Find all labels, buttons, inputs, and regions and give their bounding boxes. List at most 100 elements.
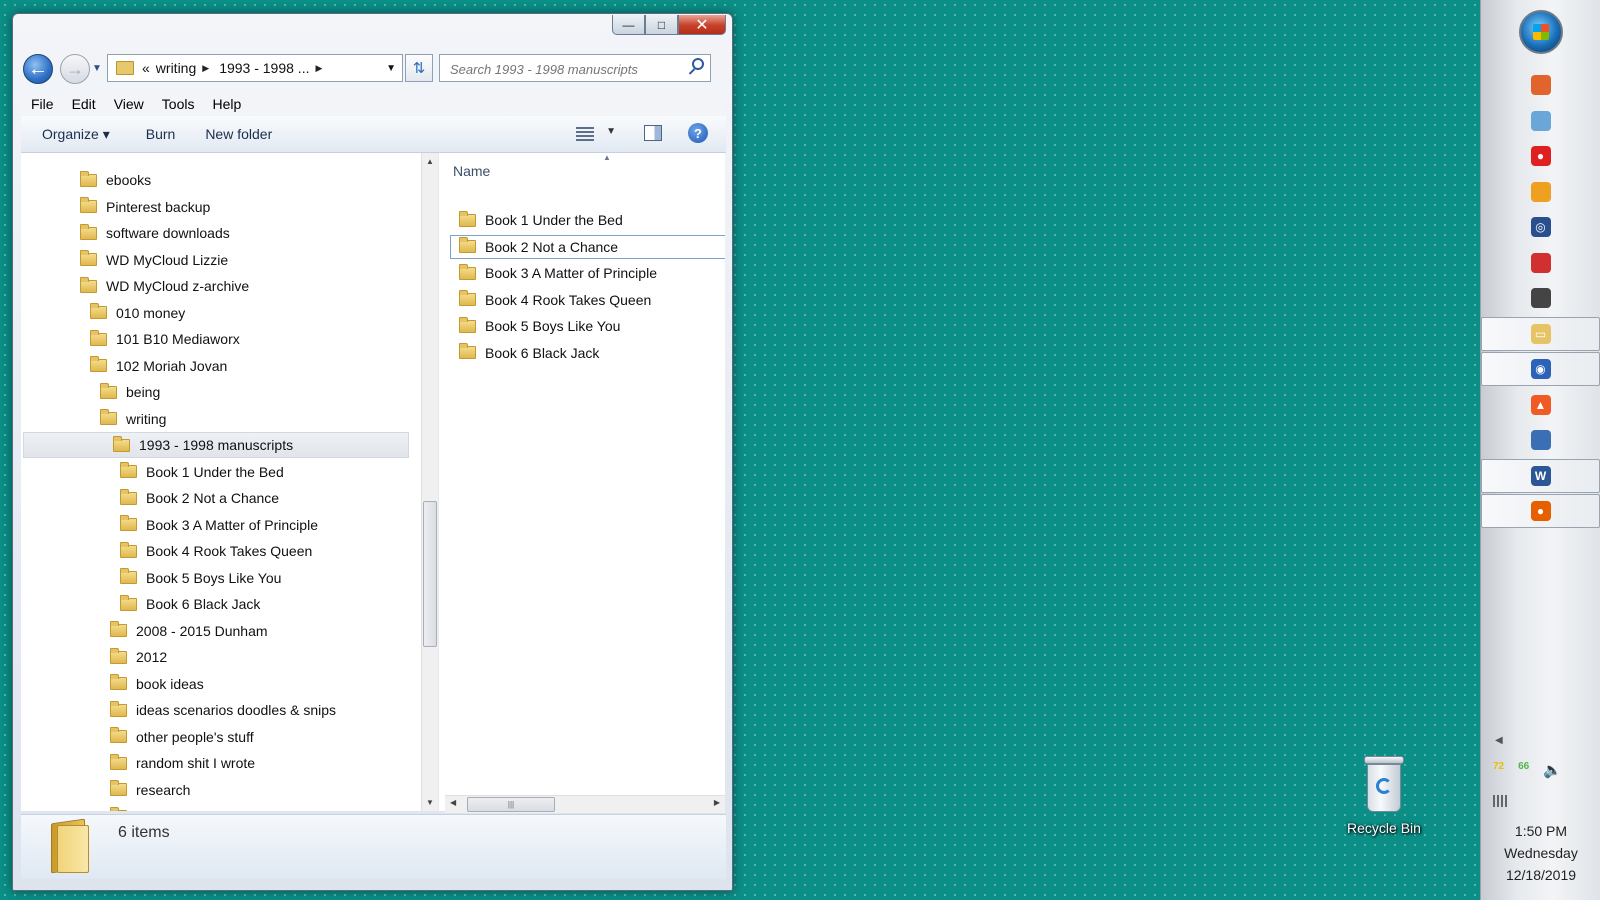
file-list-item[interactable]: Book 5 Boys Like You bbox=[451, 314, 725, 338]
tree-item[interactable]: Book 3 A Matter of Principle bbox=[21, 512, 318, 538]
tree-item[interactable]: ebooks bbox=[21, 167, 151, 193]
taskbar-app-button[interactable] bbox=[1481, 68, 1600, 102]
breadcrumb-overflow[interactable]: « bbox=[142, 60, 150, 76]
temperature-indicator-2[interactable]: 66 bbox=[1518, 761, 1529, 779]
breadcrumb-chevron-icon[interactable]: ▶ bbox=[202, 63, 209, 74]
tree-item-label: random shit I wrote bbox=[136, 755, 256, 771]
file-list-item[interactable]: Book 6 Black Jack bbox=[451, 341, 725, 365]
tree-item-label: research bbox=[136, 781, 191, 798]
change-view-icon[interactable] bbox=[576, 127, 594, 141]
menu-view[interactable]: View bbox=[104, 96, 152, 112]
taskbar-app-button[interactable] bbox=[1481, 281, 1600, 315]
view-options-dropdown-icon[interactable]: ▼ bbox=[606, 126, 616, 137]
search-icon[interactable] bbox=[692, 58, 704, 70]
recent-pages-dropdown[interactable]: ▼ bbox=[92, 63, 102, 74]
folder-icon bbox=[110, 780, 127, 796]
back-button[interactable]: ← bbox=[23, 54, 53, 84]
tree-item[interactable]: 010 money bbox=[21, 300, 185, 326]
breadcrumb-chevron-icon[interactable]: ▶ bbox=[315, 63, 322, 74]
minimize-button[interactable]: — bbox=[612, 15, 645, 35]
scroll-left-icon[interactable]: ◀ bbox=[450, 798, 456, 807]
content-horizontal-scrollbar[interactable]: ◀ ||| ▶ bbox=[445, 795, 725, 813]
taskbar-app-button[interactable]: W bbox=[1481, 458, 1600, 493]
temperature-indicator[interactable]: 72 bbox=[1493, 761, 1504, 779]
tree-item[interactable]: other people's stuff bbox=[21, 724, 254, 750]
tree-item[interactable]: Book 1 Under the Bed bbox=[21, 459, 284, 485]
address-bar[interactable]: « writing ▶ 1993 - 1998 ... ▶ ▼ bbox=[107, 54, 403, 82]
preview-pane-icon[interactable] bbox=[644, 125, 662, 141]
folder-icon bbox=[120, 488, 137, 505]
taskbar-app-button[interactable]: ▲ bbox=[1481, 388, 1600, 422]
search-box[interactable] bbox=[439, 54, 711, 82]
taskbar-app-button[interactable] bbox=[1481, 175, 1600, 209]
tree-item[interactable]: research bbox=[21, 777, 190, 803]
address-dropdown-icon[interactable]: ▼ bbox=[386, 63, 396, 74]
taskbar-app-button[interactable] bbox=[1481, 423, 1600, 457]
tree-item[interactable]: Book 6 Black Jack bbox=[21, 591, 260, 617]
tree-item[interactable]: 2012 bbox=[21, 644, 167, 670]
scroll-thumb[interactable] bbox=[423, 501, 437, 647]
tree-item[interactable]: Pinterest backup bbox=[21, 194, 210, 220]
tree-item[interactable]: 102 Moriah Jovan bbox=[21, 353, 227, 379]
burn-button[interactable]: Burn bbox=[146, 126, 176, 142]
help-icon[interactable]: ? bbox=[688, 123, 708, 143]
organize-button[interactable]: Organize ▾ bbox=[42, 126, 110, 143]
file-list-item[interactable]: Book 1 Under the Bed bbox=[451, 208, 725, 232]
nav-vertical-scrollbar[interactable]: ▲ ▼ bbox=[421, 153, 438, 811]
menu-help[interactable]: Help bbox=[202, 96, 249, 112]
folder-icon bbox=[90, 329, 107, 346]
refresh-button[interactable]: ⇅ bbox=[405, 54, 433, 82]
taskbar-app-button[interactable]: ▭ bbox=[1481, 316, 1600, 351]
pane-splitter[interactable] bbox=[438, 153, 445, 811]
clock[interactable]: 1:50 PM Wednesday 12/18/2019 bbox=[1481, 820, 1600, 886]
taskbar-app-button[interactable]: ◎ bbox=[1481, 210, 1600, 244]
tree-item[interactable]: random shit I wrote bbox=[21, 750, 255, 776]
file-name: Book 3 A Matter of Principle bbox=[485, 265, 657, 281]
taskbar-app-button[interactable] bbox=[1481, 104, 1600, 138]
file-list-item[interactable]: Book 4 Rook Takes Queen bbox=[451, 288, 725, 312]
tree-item[interactable]: WD MyCloud Lizzie bbox=[21, 247, 228, 273]
search-input[interactable] bbox=[448, 56, 682, 82]
tree-item[interactable]: WD MyCloud z-archive bbox=[21, 273, 249, 299]
tree-item[interactable]: being bbox=[21, 379, 160, 405]
menu-tools[interactable]: Tools bbox=[152, 96, 203, 112]
show-hidden-icons-icon[interactable]: ◀ bbox=[1495, 735, 1503, 746]
tree-item[interactable]: 101 B10 Mediaworx bbox=[21, 326, 240, 352]
tree-item[interactable]: writing bbox=[21, 406, 166, 432]
menu-edit[interactable]: Edit bbox=[62, 96, 104, 112]
tree-item-label: WD MyCloud Lizzie bbox=[106, 251, 229, 268]
maximize-button[interactable]: □ bbox=[645, 15, 678, 35]
scroll-up-icon[interactable]: ▲ bbox=[426, 157, 434, 166]
tree-item[interactable]: software downloads bbox=[21, 220, 230, 246]
breadcrumb-writing[interactable]: writing bbox=[156, 60, 196, 76]
tree-item[interactable]: Book 5 Boys Like You bbox=[21, 565, 281, 591]
recycle-bin-shortcut[interactable]: Recycle Bin bbox=[1334, 756, 1434, 836]
menu-file[interactable]: File bbox=[21, 96, 62, 112]
start-button[interactable] bbox=[1519, 10, 1563, 54]
scroll-down-icon[interactable]: ▼ bbox=[426, 798, 434, 807]
tree-item[interactable]: ideas scenarios doodles & snips bbox=[21, 697, 336, 723]
close-button[interactable]: ✕ bbox=[678, 15, 726, 35]
file-list-item[interactable]: Book 2 Not a Chance bbox=[450, 234, 725, 259]
taskbar-app-button[interactable] bbox=[1481, 246, 1600, 280]
volume-icon[interactable]: 🔈 bbox=[1543, 761, 1562, 779]
taskbar-app-button[interactable]: ● bbox=[1481, 139, 1600, 173]
taskbar-app-button[interactable]: ● bbox=[1481, 494, 1600, 528]
new-folder-button[interactable]: New folder bbox=[205, 126, 272, 142]
scroll-thumb[interactable]: ||| bbox=[467, 797, 555, 812]
tree-item[interactable]: Book 4 Rook Takes Queen bbox=[21, 538, 312, 564]
red-app-icon bbox=[1530, 252, 1551, 273]
tree-item[interactable]: Book 2 Not a Chance bbox=[21, 485, 279, 511]
taskbar-app-button[interactable]: ◉ bbox=[1481, 352, 1600, 386]
tree-item[interactable]: book ideas bbox=[21, 671, 204, 697]
network-icon[interactable] bbox=[1493, 795, 1509, 807]
scroll-right-icon[interactable]: ▶ bbox=[714, 798, 720, 807]
column-header-name[interactable]: Name bbox=[453, 163, 490, 179]
tree-item[interactable]: 2008 - 2015 Dunham bbox=[21, 618, 268, 644]
forward-button[interactable]: → bbox=[60, 54, 90, 84]
tree-item[interactable]: short stories bbox=[21, 803, 212, 811]
file-list-item[interactable]: Book 3 A Matter of Principle bbox=[451, 261, 725, 285]
folder-icon bbox=[110, 621, 127, 637]
tree-item[interactable]: 1993 - 1998 manuscripts bbox=[23, 432, 409, 458]
breadcrumb-current[interactable]: 1993 - 1998 ... bbox=[219, 60, 309, 76]
